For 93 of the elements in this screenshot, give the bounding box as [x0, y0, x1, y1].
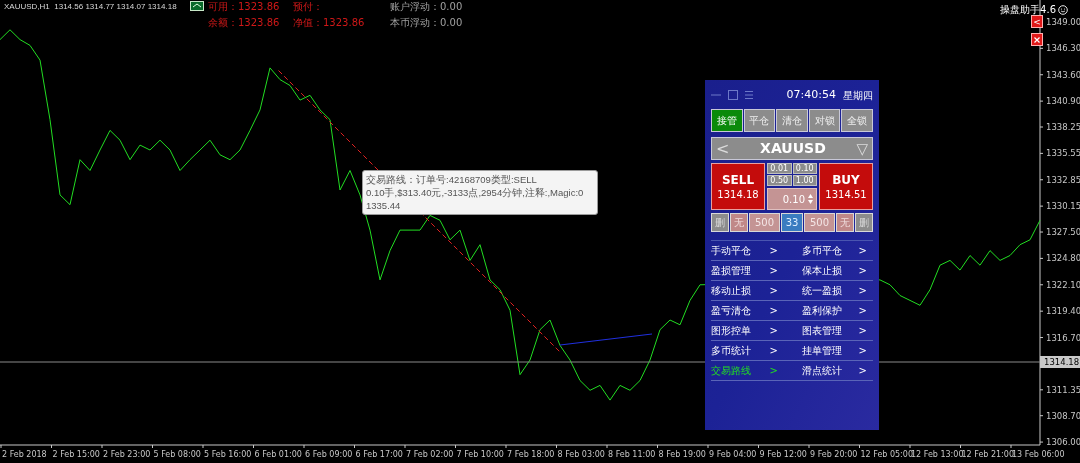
x-axis-label: 7 Feb 02:00 [406, 450, 454, 459]
x-axis-label: 2 Feb 15:00 [52, 450, 100, 459]
panel-menu-item[interactable]: 盈损管理 > [711, 261, 792, 281]
x-axis-label: 9 Feb 20:00 [810, 450, 858, 459]
x-axis-label: 5 Feb 08:00 [153, 450, 201, 459]
panel-menu-item[interactable]: 盈利保护 > [792, 301, 873, 321]
x-axis-label: 8 Feb 03:00 [557, 450, 605, 459]
panel-menu-item[interactable]: 移动止损 > [711, 281, 792, 301]
y-axis-label: 1308.70 [1046, 410, 1080, 421]
y-axis-label: 1322.10 [1046, 279, 1080, 290]
lot-field[interactable]: 0.10 [767, 188, 817, 210]
symbol-info: XAUUSD,H1 1314.56 1314.77 1314.07 1314.18 [4, 1, 177, 13]
tooltip-line: 交易路线：订单号:42168709类型:SELL [366, 173, 537, 186]
panel-tab[interactable]: 接管 [711, 109, 743, 132]
panel-tab[interactable]: 清仓 [776, 109, 808, 132]
maximize-icon[interactable] [728, 90, 738, 100]
panel-menu-item[interactable]: 盈亏清仓 > [711, 301, 792, 321]
y-axis-label: 1306.00 [1046, 437, 1080, 448]
panel-tab[interactable]: 平仓 [743, 109, 776, 132]
account-stat: 净值：1323.86 [293, 16, 366, 30]
panel-menu-item[interactable]: 手动平仓 > [711, 241, 792, 261]
assistant-title: 操盘助手4.6 [1000, 3, 1056, 17]
panel-menu-item[interactable]: 图表管理 > [792, 321, 873, 341]
spinner-icon [808, 194, 813, 204]
panel-menu-item[interactable]: 滑点统计 > [792, 361, 873, 381]
x-axis-label: 8 Feb 19:00 [658, 450, 706, 459]
symbol-dropdown-button[interactable]: ▽ [856, 139, 868, 158]
y-axis-label: 1311.35 [1046, 384, 1080, 395]
symbol-name: XAUUSD [759, 139, 827, 158]
panel-weekday: 星期四 [843, 88, 873, 103]
buy-button[interactable]: BUY 1314.51 [819, 163, 873, 210]
account-stat: 预付： [293, 0, 324, 14]
panel-time: 07:40:54 [786, 86, 836, 103]
account-stat: 本币浮动：0.00 [390, 16, 464, 30]
panel-menu-item[interactable]: 多币平仓 > [792, 241, 873, 261]
tooltip-line: 1335.44 [366, 199, 401, 212]
previous-symbol-button[interactable]: < [716, 139, 730, 158]
panel-tab[interactable]: 全锁 [841, 109, 873, 132]
y-axis-label: 1316.70 [1046, 332, 1080, 343]
close-button[interactable] [1031, 33, 1043, 46]
order-row-button[interactable]: 删 [711, 213, 729, 232]
panel-menu-item[interactable]: 交易路线 > [711, 361, 792, 381]
x-axis-label: 5 Feb 16:00 [204, 450, 252, 459]
x-axis-label: 6 Feb 17:00 [355, 450, 403, 459]
panel-tab[interactable]: 对锁 [808, 109, 841, 132]
x-axis-label: 13 Feb 06:00 [1012, 450, 1065, 459]
tooltip-line: 0.10手,$313.40元,-3133点,2954分钟,注释:,Magic:0 [366, 186, 584, 199]
x-axis-label: 2 Feb 2018 [2, 450, 47, 459]
current-price-tag: 1314.18 [1040, 356, 1080, 368]
order-row-button[interactable]: 33 [781, 213, 803, 232]
x-axis-label: 12 Feb 13:00 [911, 450, 964, 459]
lot-preset-button[interactable]: 1.00 [792, 175, 817, 186]
x-axis-label: 12 Feb 21:00 [961, 450, 1014, 459]
y-axis-label: 1330.15 [1046, 201, 1080, 212]
panel-menu-item[interactable]: 统一盈损 > [792, 281, 873, 301]
x-axis-label: 6 Feb 09:00 [305, 450, 353, 459]
chevron-up-icon [190, 1, 204, 11]
x-axis-label: 7 Feb 18:00 [507, 450, 555, 459]
order-row-button[interactable]: 无 [730, 213, 748, 232]
y-axis-label: 1335.55 [1046, 148, 1080, 159]
collapse-button[interactable]: < [1031, 15, 1043, 28]
panel-menu-item[interactable]: 多币统计 > [711, 341, 792, 361]
y-axis-label: 1340.90 [1046, 96, 1080, 107]
smiley-icon [1058, 4, 1068, 15]
y-axis-label: 1338.25 [1046, 122, 1080, 132]
x-axis-label: 6 Feb 01:00 [254, 450, 302, 459]
x-axis-label: 8 Feb 11:00 [608, 450, 656, 459]
x-axis-label: 2 Feb 23:00 [103, 450, 151, 459]
x-axis-label: 9 Feb 12:00 [759, 450, 807, 459]
account-stat: 账户浮动：0.00 [390, 0, 464, 14]
x-axis-label: 9 Feb 04:00 [709, 450, 757, 459]
panel-menu-item[interactable]: 图形控单 > [711, 321, 792, 341]
panel-menu-item[interactable]: 保本止损 > [792, 261, 873, 281]
lot-preset-button[interactable]: 0.01 [767, 163, 792, 174]
lot-preset-button[interactable]: 0.50 [767, 175, 792, 186]
y-axis-label: 1343.60 [1046, 69, 1080, 80]
menu-icon[interactable] [745, 90, 753, 100]
close-icon [1034, 36, 1040, 43]
y-axis-label: 1327.50 [1046, 227, 1080, 238]
order-row-button[interactable]: 删 [855, 213, 873, 232]
x-axis-label: 12 Feb 05:00 [860, 450, 913, 459]
account-stat: 可用：1323.86 [208, 0, 281, 14]
y-axis-label: 1349.00 [1046, 17, 1080, 27]
y-axis-label: 1324.80 [1046, 253, 1080, 264]
order-row-button[interactable]: 无 [836, 213, 854, 232]
sell-button[interactable]: SELL 1314.18 [711, 163, 765, 210]
x-axis-label: 7 Feb 10:00 [456, 450, 504, 459]
y-axis-label: 1319.40 [1046, 306, 1080, 317]
y-axis-label: 1332.85 [1046, 174, 1080, 185]
y-axis-label: 1346.30 [1046, 43, 1080, 54]
account-stat: 余额：1323.86 [208, 16, 281, 30]
lot-preset-button[interactable]: 0.10 [792, 163, 817, 174]
panel-menu-item[interactable]: 挂单管理 > [792, 341, 873, 361]
